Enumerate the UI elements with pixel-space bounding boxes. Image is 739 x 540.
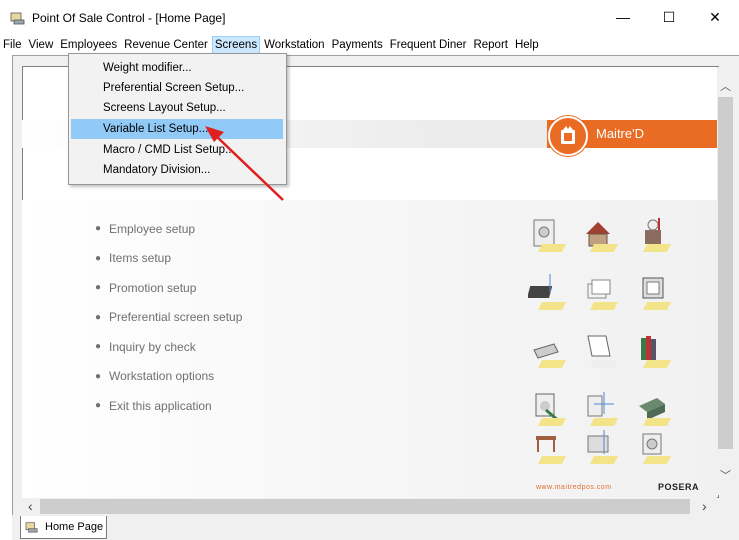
annotation-arrow-icon <box>205 126 284 201</box>
